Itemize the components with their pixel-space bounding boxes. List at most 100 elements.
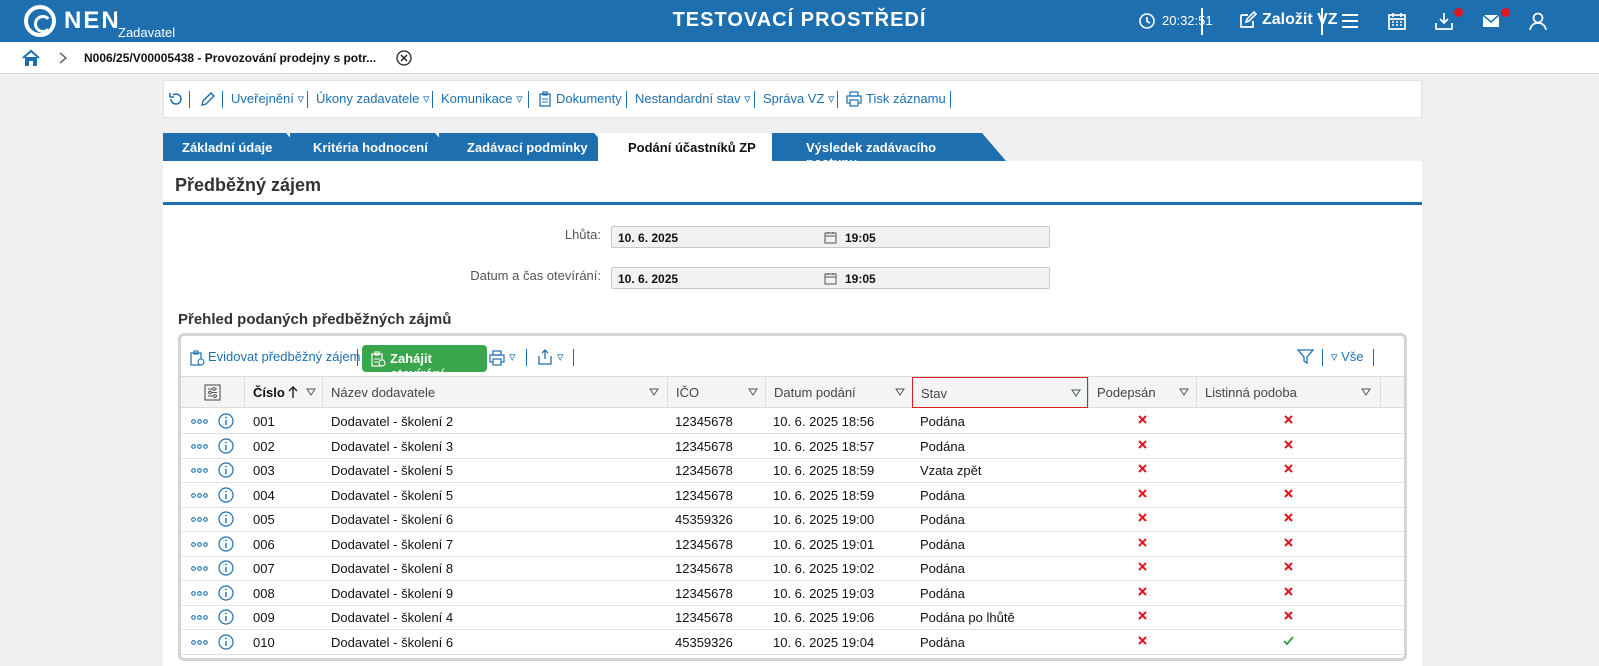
column-settings-icon[interactable] bbox=[204, 384, 221, 401]
menu-tisk-zaznamu[interactable]: Tisk záznamu bbox=[866, 91, 946, 106]
more-actions-icon[interactable] bbox=[191, 419, 208, 424]
info-icon[interactable] bbox=[218, 511, 234, 527]
info-icon[interactable] bbox=[218, 609, 234, 625]
cell-ico: 12345678 bbox=[675, 561, 733, 576]
cell-datum: 10. 6. 2025 18:57 bbox=[773, 438, 875, 454]
export-dropdown-chevron[interactable]: ▿ bbox=[557, 349, 564, 365]
table-row[interactable]: 003 Dodavatel - školení 5 12345678 10. 6. 2… bbox=[181, 458, 1404, 483]
calendar-icon[interactable] bbox=[1387, 11, 1407, 31]
tab-zakladni-udaje[interactable]: Základní údaje bbox=[163, 133, 283, 161]
cell-cislo: 001 bbox=[253, 414, 275, 429]
tab-podani-ucastniku[interactable]: Podání účastníků ZP bbox=[600, 133, 770, 161]
tab-zadavaci-podminky[interactable]: Zadávací podmínky bbox=[441, 133, 596, 161]
more-actions-icon[interactable] bbox=[191, 517, 208, 522]
cell-ico: 12345678 bbox=[675, 463, 733, 478]
info-icon[interactable] bbox=[218, 437, 234, 454]
cell-cislo: 005 bbox=[253, 512, 275, 527]
cell-datum: 10. 6. 2025 18:56 bbox=[773, 414, 875, 429]
table-row[interactable]: 010 Dodavatel - školení 6 45359326 10. 6. 2… bbox=[181, 630, 1404, 655]
more-actions-icon[interactable] bbox=[191, 468, 208, 473]
close-icon[interactable] bbox=[396, 50, 412, 66]
register-icon bbox=[190, 350, 205, 366]
more-actions-icon[interactable] bbox=[191, 541, 208, 547]
breadcrumb-current[interactable]: N006/25/V00005438 - Provozování prodejny… bbox=[84, 51, 376, 65]
user-icon[interactable] bbox=[1528, 11, 1548, 31]
tab-kriteria-hodnoceni[interactable]: Kritéria hodnocení bbox=[292, 133, 437, 161]
cell-ico: 12345678 bbox=[675, 536, 733, 552]
menu-komunikace[interactable]: Komunikace ▿ bbox=[441, 91, 523, 107]
info-icon[interactable] bbox=[218, 486, 234, 503]
info-icon[interactable] bbox=[218, 633, 234, 650]
mail-icon[interactable] bbox=[1481, 11, 1501, 31]
info-icon[interactable] bbox=[218, 560, 234, 576]
info-icon[interactable] bbox=[218, 535, 234, 552]
info-icon[interactable] bbox=[218, 413, 234, 429]
pencil-icon[interactable] bbox=[200, 91, 216, 107]
printer-icon[interactable] bbox=[489, 350, 505, 366]
cell-stav: Podána bbox=[920, 438, 965, 454]
info-icon[interactable] bbox=[218, 462, 234, 478]
more-actions-icon[interactable] bbox=[191, 492, 208, 498]
column-datum-podani[interactable]: Datum podání bbox=[765, 377, 912, 408]
cell-nazev: Dodavatel - školení 5 bbox=[331, 463, 454, 478]
toolbar-divider bbox=[754, 91, 755, 108]
more-actions-icon[interactable] bbox=[191, 443, 208, 449]
column-nazev-dodavatele[interactable]: Název dodavatele bbox=[322, 377, 667, 408]
filter-dropdown-icon[interactable] bbox=[1071, 388, 1081, 398]
filter-icon[interactable] bbox=[1297, 348, 1314, 365]
toolbar-divider bbox=[189, 91, 190, 108]
table-row[interactable]: 006 Dodavatel - školení 7 12345678 10. 6. 2… bbox=[181, 532, 1404, 557]
home-icon[interactable] bbox=[22, 49, 40, 67]
column-nazev-label: Název dodavatele bbox=[331, 385, 436, 400]
column-ico[interactable]: IČO bbox=[667, 377, 765, 408]
table-row[interactable]: 002 Dodavatel - školení 3 12345678 10. 6. 2… bbox=[181, 434, 1404, 459]
menu-nestandardni-stav[interactable]: Nestandardní stav ▿ bbox=[635, 91, 751, 107]
more-actions-icon[interactable] bbox=[191, 566, 208, 571]
info-icon[interactable] bbox=[218, 584, 234, 601]
column-listinna-podoba[interactable]: Listinná podoba bbox=[1196, 377, 1380, 408]
table-row[interactable]: 007 Dodavatel - školení 8 12345678 10. 6. 2… bbox=[181, 556, 1404, 581]
menu-sprava-vz[interactable]: Správa VZ ▿ bbox=[763, 91, 835, 107]
column-podepsan[interactable]: Podepsán bbox=[1088, 377, 1196, 408]
column-stav[interactable]: Stav bbox=[912, 377, 1088, 408]
menu-uverejneni[interactable]: Uveřejnění ▿ bbox=[231, 91, 304, 107]
table-row[interactable]: 009 Dodavatel - školení 4 12345678 10. 6. 2… bbox=[181, 605, 1404, 630]
table-row[interactable]: 004 Dodavatel - školení 5 12345678 10. 6. 2… bbox=[181, 483, 1404, 508]
toolbar-divider bbox=[432, 91, 433, 108]
more-actions-icon[interactable] bbox=[191, 639, 208, 645]
column-cislo-label: Číslo bbox=[253, 385, 285, 400]
filter-dropdown-icon[interactable] bbox=[649, 387, 659, 397]
edit-icon[interactable] bbox=[1238, 11, 1257, 30]
download-notification-dot bbox=[1454, 8, 1463, 17]
table-row[interactable]: 008 Dodavatel - školení 9 12345678 10. 6. 2… bbox=[181, 581, 1404, 606]
lhuta-time: 19:05 bbox=[845, 231, 876, 245]
create-vz-button[interactable]: Založit VZ bbox=[1262, 11, 1338, 29]
tab-vysledek-zadavaciho-postupu[interactable]: Výsledek zadávacího postupu bbox=[774, 133, 984, 170]
zahajit-otevirani-button[interactable]: Zahájit otevírání bbox=[362, 345, 487, 381]
print-dropdown-chevron[interactable]: ▿ bbox=[509, 349, 516, 365]
more-actions-icon[interactable] bbox=[191, 615, 208, 620]
refresh-icon[interactable] bbox=[168, 91, 184, 107]
table-row[interactable]: 001 Dodavatel - školení 2 12345678 10. 6. 2… bbox=[181, 409, 1404, 434]
view-all-dropdown[interactable]: ▿ Vše bbox=[1331, 349, 1364, 365]
podepsan-cross-icon bbox=[1138, 611, 1147, 620]
filter-dropdown-icon[interactable] bbox=[306, 387, 316, 397]
listinna-cross-icon bbox=[1284, 537, 1293, 547]
cell-datum: 10. 6. 2025 19:02 bbox=[773, 561, 875, 576]
export-icon[interactable] bbox=[537, 349, 553, 365]
toolbar-divider bbox=[950, 91, 951, 108]
download-icon[interactable] bbox=[1434, 11, 1454, 31]
evidovat-button[interactable]: Evidovat předběžný zájem bbox=[208, 349, 360, 364]
action-toolbar: Uveřejnění ▿ Úkony zadavatele ▿ Komunika… bbox=[163, 80, 1422, 118]
filter-dropdown-icon[interactable] bbox=[1361, 387, 1371, 397]
menu-dokumenty[interactable]: Dokumenty bbox=[556, 91, 622, 106]
table-row[interactable]: 005 Dodavatel - školení 6 45359326 10. 6. 2… bbox=[181, 507, 1404, 532]
column-cislo[interactable]: Číslo bbox=[244, 377, 322, 408]
menu-icon[interactable] bbox=[1340, 11, 1360, 31]
filter-dropdown-icon[interactable] bbox=[1179, 387, 1189, 397]
menu-ukony-zadavatele[interactable]: Úkony zadavatele ▿ bbox=[316, 91, 429, 107]
filter-dropdown-icon[interactable] bbox=[748, 387, 758, 397]
submissions-grid: Evidovat předběžný zájem Zahájit otevírá… bbox=[178, 333, 1407, 661]
more-actions-icon[interactable] bbox=[191, 590, 208, 596]
filter-dropdown-icon[interactable] bbox=[895, 387, 905, 397]
